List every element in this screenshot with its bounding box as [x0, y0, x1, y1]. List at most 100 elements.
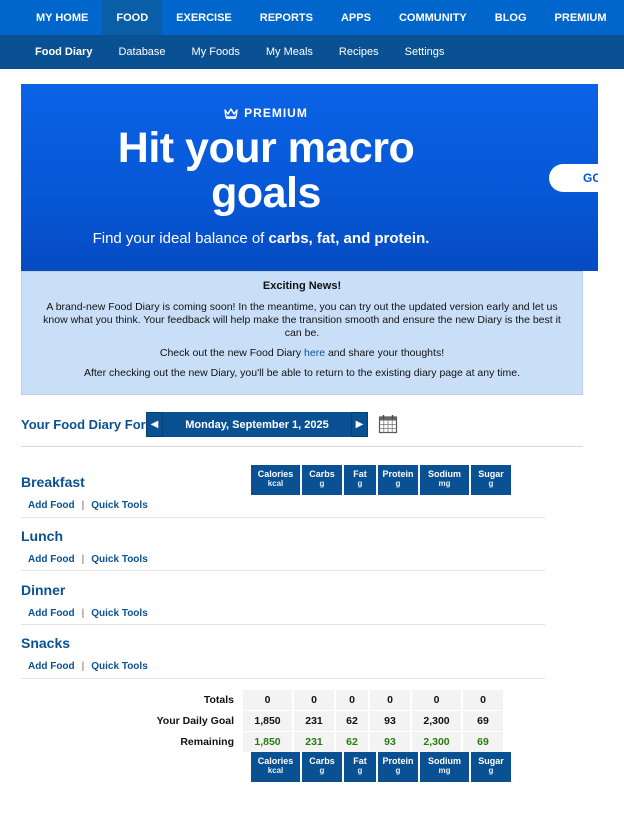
nav-premium[interactable]: PREMIUM	[541, 0, 621, 35]
news-title: Exciting News!	[262, 280, 342, 292]
meal-divider	[21, 570, 545, 571]
premium-label: PREMIUM	[244, 106, 308, 120]
total-calories: 0	[243, 690, 292, 710]
sub-nav: Food Diary Database My Foods My Meals Re…	[0, 35, 624, 69]
quick-tools-link[interactable]: Quick Tools	[91, 500, 148, 511]
total-sugar: 0	[463, 690, 503, 710]
go-button[interactable]: GO	[549, 164, 598, 192]
remaining-sugar: 69	[463, 732, 503, 752]
nutrient-header-bottom: Calories kcal Carbs g Fat g Protein g Sodium…	[251, 752, 511, 782]
nutrient-header-fat: Fat g	[344, 752, 376, 782]
banner-headline: Hit your macro goals	[21, 126, 511, 216]
calendar-icon[interactable]	[378, 414, 398, 434]
row-label: Your Daily Goal	[156, 715, 234, 727]
goal-fat: 62	[336, 711, 368, 731]
meal-title-breakfast: Breakfast	[21, 474, 85, 490]
nutrient-header-sugar: Sugar g	[471, 465, 511, 495]
goal-protein: 93	[370, 711, 410, 731]
nutrient-name: Fat	[353, 469, 367, 479]
add-food-link[interactable]: Add Food	[28, 500, 75, 511]
nutrient-name: Calories	[257, 756, 294, 766]
link-separator: |	[81, 500, 85, 511]
subnav-my-foods[interactable]: My Foods	[179, 46, 253, 58]
nutrient-unit: g	[395, 766, 401, 775]
new-diary-link[interactable]: here	[304, 347, 325, 359]
nutrient-name: Calories	[257, 469, 294, 479]
nutrient-name: Carbs	[309, 756, 335, 766]
nutrient-unit: g	[488, 766, 494, 775]
meal-links-lunch: Add Food | Quick Tools	[28, 554, 148, 565]
link-separator: |	[81, 608, 85, 619]
subnav-my-meals[interactable]: My Meals	[253, 46, 326, 58]
divider	[21, 446, 583, 447]
link-separator: |	[81, 661, 85, 672]
premium-banner[interactable]: PREMIUM Hit your macro goals Find your i…	[21, 84, 598, 271]
remaining-fat: 62	[336, 732, 368, 752]
news-paragraph-2: Check out the new Food Diary here and sh…	[36, 347, 568, 360]
meal-divider	[21, 517, 545, 518]
news-box: Exciting News! A brand-new Food Diary is…	[21, 271, 583, 395]
quick-tools-link[interactable]: Quick Tools	[91, 661, 148, 672]
row-label: Remaining	[180, 736, 234, 748]
nutrient-unit: mg	[438, 479, 451, 488]
nutrient-unit: kcal	[267, 766, 284, 775]
nutrient-name: Fat	[353, 756, 367, 766]
add-food-link[interactable]: Add Food	[28, 608, 75, 619]
nutrient-unit: g	[357, 766, 363, 775]
daily-goal-row: Your Daily Goal 1,850 231 62 93 2,300 69	[21, 711, 503, 731]
meal-divider	[21, 624, 545, 625]
add-food-link[interactable]: Add Food	[28, 661, 75, 672]
nutrient-name: Carbs	[309, 469, 335, 479]
total-protein: 0	[370, 690, 410, 710]
nav-community[interactable]: COMMUNITY	[385, 0, 481, 35]
nav-reports[interactable]: REPORTS	[246, 0, 327, 35]
remaining-row: Remaining 1,850 231 62 93 2,300 69	[21, 732, 503, 752]
nav-exercise[interactable]: EXERCISE	[162, 0, 246, 35]
quick-tools-link[interactable]: Quick Tools	[91, 554, 148, 565]
nutrient-unit: kcal	[267, 479, 284, 488]
total-sodium: 0	[412, 690, 461, 710]
meal-links-dinner: Add Food | Quick Tools	[28, 608, 148, 619]
caret-left-icon[interactable]: ◀	[146, 412, 163, 437]
subnav-food-diary[interactable]: Food Diary	[22, 46, 105, 58]
news-p2-prefix: Check out the new Food Diary	[159, 347, 305, 359]
nutrient-name: Sodium	[428, 756, 461, 766]
caret-right-icon[interactable]: ▶	[351, 412, 368, 437]
meal-links-breakfast: Add Food | Quick Tools	[28, 500, 148, 511]
link-separator: |	[81, 554, 85, 565]
nutrient-name: Protein	[382, 469, 414, 479]
quick-tools-link[interactable]: Quick Tools	[91, 608, 148, 619]
goal-sodium: 2,300	[412, 711, 461, 731]
date-navigator: ◀ Monday, September 1, 2025 ▶	[146, 412, 368, 437]
nutrient-header-calories: Calories kcal	[251, 752, 300, 782]
nav-my-home[interactable]: MY HOME	[22, 0, 102, 35]
nav-food[interactable]: FOOD	[102, 0, 163, 35]
meal-links-snacks: Add Food | Quick Tools	[28, 661, 148, 672]
news-paragraph-1: A brand-new Food Diary is coming soon! I…	[43, 301, 561, 339]
goal-calories: 1,850	[243, 711, 292, 731]
headline-line-2: goals	[211, 169, 321, 217]
nutrient-header-protein: Protein g	[378, 465, 418, 495]
banner-tagline: Find your ideal balance of carbs, fat, a…	[21, 230, 501, 247]
subnav-recipes[interactable]: Recipes	[326, 46, 392, 58]
diary-label: Your Food Diary For:	[21, 417, 151, 432]
diary-date: Monday, September 1, 2025	[163, 412, 351, 437]
nutrient-header-calories: Calories kcal	[251, 465, 300, 495]
nutrient-header-top: Calories kcal Carbs g Fat g Protein g Sodium…	[251, 465, 511, 495]
remaining-calories: 1,850	[243, 732, 292, 752]
add-food-link[interactable]: Add Food	[28, 554, 75, 565]
subnav-database[interactable]: Database	[105, 46, 178, 58]
subnav-settings[interactable]: Settings	[392, 46, 458, 58]
total-carbs: 0	[294, 690, 334, 710]
nav-apps[interactable]: APPS	[327, 0, 385, 35]
row-label: Totals	[203, 694, 234, 706]
goal-carbs: 231	[294, 711, 334, 731]
tagline-bold: carbs, fat, and protein.	[268, 230, 430, 247]
nav-blog[interactable]: BLOG	[481, 0, 541, 35]
total-fat: 0	[336, 690, 368, 710]
remaining-protein: 93	[370, 732, 410, 752]
nutrient-header-carbs: Carbs g	[302, 752, 342, 782]
meal-title-snacks: Snacks	[21, 635, 71, 651]
nutrient-header-fat: Fat g	[344, 465, 376, 495]
news-p2-suffix: and share your thoughts!	[325, 347, 445, 359]
